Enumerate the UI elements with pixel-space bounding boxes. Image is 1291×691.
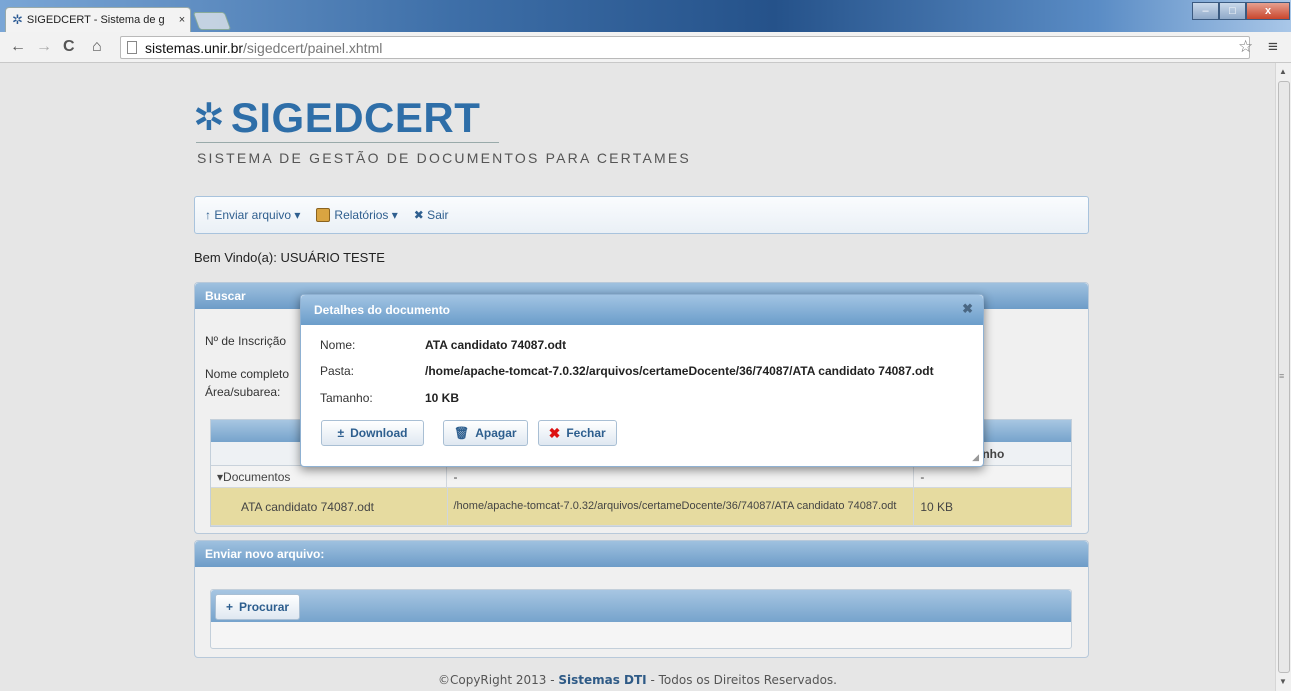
browser-menu-icon[interactable]: ≡	[1268, 37, 1278, 57]
trash-icon: 🗑	[454, 426, 470, 440]
download-icon: ±	[337, 426, 345, 440]
tab-title: SIGEDCERT - Sistema de g	[26, 14, 165, 26]
field-value: 10 KB	[425, 391, 460, 405]
menu-enviar-arquivo[interactable]: ↑ Enviar arquivo ▾	[205, 208, 300, 222]
page-icon	[127, 41, 137, 54]
page-footer: ©CopyRight 2013 - Sistemas DTI - Todos o…	[0, 673, 1275, 687]
field-value: /home/apache-tomcat-7.0.32/arquivos/cert…	[425, 364, 934, 378]
label-inscricao: Nº de Inscrição	[205, 334, 287, 348]
page-scrollbar[interactable]: ▲ ≡ ▼	[1275, 63, 1291, 691]
enviar-panel: Enviar novo arquivo: + Procurar	[194, 540, 1089, 658]
label-nome: Nome completo	[205, 367, 290, 381]
site-logo: ✲ SIGEDCERT	[193, 94, 480, 142]
url-host: sistemas.unir.br	[145, 39, 244, 56]
logo-text: SIGEDCERT	[230, 94, 481, 141]
group-path: -	[447, 466, 915, 487]
scroll-up-arrow-icon[interactable]: ▲	[1279, 67, 1287, 76]
fechar-button[interactable]: ✖ Fechar	[537, 420, 617, 446]
dialog-buttons: ± Download 🗑 Apagar ✖ Fechar	[321, 420, 617, 446]
procurar-label: Procurar	[239, 600, 290, 614]
dialog-resize-handle-icon[interactable]: ◢	[972, 452, 979, 463]
footer-brand-link[interactable]: Sistemas DTI	[558, 673, 646, 687]
apagar-label: Apagar	[475, 426, 517, 440]
footer-suffix: - Todos os Direitos Reservados.	[646, 673, 837, 687]
browser-titlebar: ✲ SIGEDCERT - Sistema de g × – □ x	[0, 0, 1291, 32]
window-maximize-button[interactable]: □	[1219, 2, 1246, 20]
cell-file-name: ATA candidato 74087.odt	[211, 488, 448, 525]
scroll-down-arrow-icon[interactable]: ▼	[1279, 677, 1287, 686]
field-label: Tamanho:	[320, 391, 373, 405]
procurar-button[interactable]: + Procurar	[215, 594, 301, 620]
download-button[interactable]: ± Download	[321, 420, 424, 446]
field-value: ATA candidato 74087.odt	[425, 338, 567, 352]
cell-file-size: 10 KB	[920, 499, 954, 514]
document-details-dialog: Detalhes do documento ✖ Nome: ATA candid…	[300, 294, 984, 467]
file-upload: + Procurar	[210, 589, 1072, 649]
clipboard-icon	[316, 208, 331, 222]
sigedcert-favicon-icon: ✲	[12, 12, 23, 27]
enviar-panel-header[interactable]: Enviar novo arquivo:	[195, 541, 1088, 567]
welcome-text: Bem Vindo(a): USUÁRIO TESTE	[194, 250, 385, 265]
browser-tab[interactable]: ✲ SIGEDCERT - Sistema de g ×	[5, 7, 191, 32]
url-path: /sigedcert/painel.xhtml	[243, 39, 383, 56]
forward-arrow-icon[interactable]: →	[36, 38, 52, 56]
group-name: Documentos	[223, 469, 291, 484]
menu-relatorios-label: Relatórios ▾	[334, 208, 398, 222]
field-label: Pasta:	[320, 364, 355, 378]
group-size: -	[920, 469, 925, 484]
fechar-label: Fechar	[566, 426, 606, 440]
dialog-title: Detalhes do documento	[314, 303, 451, 317]
logo-divider	[196, 142, 499, 143]
table-row[interactable]: ATA candidato 74087.odt /home/apache-tom…	[211, 488, 1071, 526]
bookmark-star-icon[interactable]: ☆	[1238, 37, 1253, 57]
home-icon[interactable]: ⌂	[92, 38, 102, 56]
back-arrow-icon[interactable]: ←	[10, 38, 26, 56]
close-x-icon: ✖	[548, 424, 561, 441]
window-close-button[interactable]: x	[1246, 2, 1290, 20]
cell-file-path: /home/apache-tomcat-7.0.32/arquivos/cert…	[448, 488, 915, 525]
site-subtitle: SISTEMA DE GESTÃO DE DOCUMENTOS PARA CER…	[197, 150, 691, 166]
menu-sair[interactable]: ✖ Sair	[414, 208, 449, 222]
table-group-row[interactable]: ▾ Documentos - -	[211, 466, 1071, 488]
menu-relatorios[interactable]: Relatórios ▾	[316, 208, 398, 222]
download-label: Download	[350, 426, 408, 440]
window-controls: – □ x	[1192, 2, 1290, 20]
address-bar[interactable]: sistemas.unir.br/sigedcert/painel.xhtml	[120, 36, 1250, 59]
apagar-button[interactable]: 🗑 Apagar	[443, 420, 528, 446]
plus-icon: +	[226, 600, 234, 614]
dialog-header[interactable]: Detalhes do documento ✖	[301, 295, 983, 325]
new-tab-button[interactable]	[192, 12, 232, 30]
browser-toolbar: ← → C ⌂ sistemas.unir.br/sigedcert/paine…	[0, 32, 1291, 63]
dialog-close-icon[interactable]: ✖	[962, 301, 973, 317]
file-upload-bar: + Procurar	[211, 590, 1071, 622]
reload-icon[interactable]: C	[63, 38, 75, 56]
field-label: Nome:	[320, 338, 356, 352]
scrollbar-grip-icon: ≡	[1279, 371, 1285, 381]
main-menubar: ↑ Enviar arquivo ▾ Relatórios ▾ ✖ Sair	[194, 196, 1089, 234]
label-area: Área/subarea:	[205, 385, 281, 399]
sigedcert-logo-icon: ✲	[193, 97, 225, 139]
window-minimize-button[interactable]: –	[1192, 2, 1219, 20]
footer-prefix: ©CopyRight 2013 -	[437, 673, 559, 687]
tab-close-icon[interactable]: ×	[174, 14, 190, 26]
